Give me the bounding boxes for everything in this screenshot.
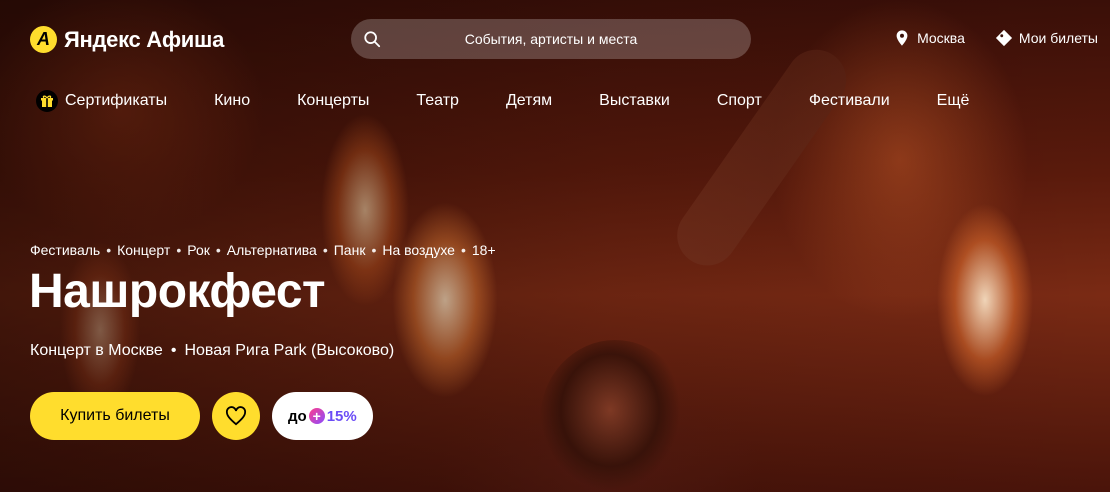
nav-item-theatre[interactable]: Театр (416, 90, 459, 112)
event-tags: Фестиваль • Концерт • Рок • Альтернатива… (30, 242, 496, 258)
favorite-button[interactable] (212, 392, 260, 440)
tag-separator: • (176, 242, 182, 258)
nav-label: Сертификаты (65, 92, 168, 109)
tag-separator: • (460, 242, 466, 258)
nav-label: Кино (214, 92, 251, 109)
event-meta: Концерт в Москве • Новая Рига Park (Высо… (30, 342, 394, 360)
nav-item-more[interactable]: Ещё (937, 90, 970, 112)
logo-text: Яндекс Афиша (64, 26, 225, 52)
tag-separator: • (322, 242, 328, 258)
tag: На воздухе (382, 242, 455, 258)
tag: Рок (187, 242, 210, 258)
tag: Фестиваль (30, 242, 101, 258)
nav-item-festivals[interactable]: Фестивали (809, 90, 890, 112)
nav-label: Концерты (297, 92, 370, 109)
search-input[interactable]: События, артисты и места (351, 19, 751, 59)
tag-separator: • (106, 242, 112, 258)
nav-label: Спорт (716, 92, 762, 109)
cashback-value: 15% (326, 407, 357, 425)
nav-label: Ещё (936, 92, 970, 109)
top-links: Москва Мои билеты (893, 29, 1098, 47)
nav-label: Выставки (599, 92, 670, 109)
nav-item-exhibitions[interactable]: Выставки (599, 90, 670, 112)
nav-label: Театр (416, 92, 459, 109)
search-icon (364, 31, 381, 48)
tag: Концерт (117, 242, 171, 258)
nav-item-concerts[interactable]: Концерты (297, 90, 369, 112)
nav-item-sport[interactable]: Спорт (717, 90, 762, 112)
my-tickets-link[interactable]: Мои билеты (995, 29, 1098, 47)
nav-label: Фестивали (808, 92, 890, 109)
nav-item-certificates[interactable]: Сертификаты (36, 90, 167, 112)
category-nav: Сертификаты Кино Концерты Театр Детям Вы… (36, 90, 969, 112)
tag: Альтернатива (226, 242, 317, 258)
tag-separator: • (371, 242, 377, 258)
meta-separator: • (170, 342, 177, 359)
nav-label: Детям (505, 92, 553, 109)
tag: Панк (333, 242, 366, 258)
city-label: Москва (917, 30, 965, 46)
tag-separator: • (215, 242, 221, 258)
event-actions: Купить билеты до + 15% (30, 392, 373, 440)
buy-tickets-button[interactable]: Купить билеты (30, 392, 200, 440)
gift-icon (36, 90, 58, 112)
location-pin-icon (896, 30, 908, 46)
my-tickets-label: Мои билеты (1018, 30, 1098, 46)
heart-icon (225, 406, 247, 426)
nav-item-cinema[interactable]: Кино (214, 90, 250, 112)
age-rating: 18+ (471, 242, 496, 258)
event-type: Концерт в Москве (30, 342, 163, 359)
event-venue[interactable]: Новая Рига Park (Высоково) (184, 342, 394, 360)
ticket-icon (995, 29, 1012, 47)
afisha-logo-icon: A (30, 26, 57, 53)
cashback-prefix: до (288, 407, 307, 425)
hero-photo-person (540, 340, 690, 492)
city-selector[interactable]: Москва (893, 29, 965, 47)
logo[interactable]: A Яндекс Афиша (30, 26, 224, 53)
plus-cashback-badge[interactable]: до + 15% (272, 392, 373, 440)
event-title: Нашрокфест (29, 265, 326, 318)
search-placeholder: События, артисты и места (464, 31, 638, 47)
plus-icon: + (308, 408, 325, 424)
header: A Яндекс Афиша События, артисты и места … (0, 0, 1110, 78)
nav-item-kids[interactable]: Детям (506, 90, 552, 112)
